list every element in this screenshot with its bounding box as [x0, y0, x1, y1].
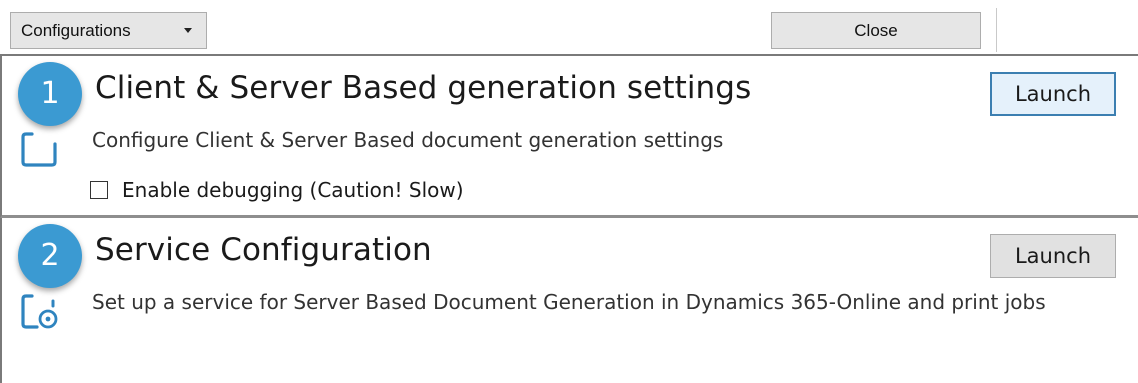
toolbar-divider [996, 8, 997, 52]
panel-title: Service Configuration [95, 232, 432, 268]
launch-button[interactable]: Launch [990, 234, 1116, 278]
launch-button[interactable]: Launch [990, 72, 1116, 116]
panel-description: Configure Client & Server Based document… [92, 128, 724, 152]
close-button[interactable]: Close [771, 12, 981, 49]
step-number-badge: 2 [18, 224, 82, 288]
chevron-down-icon [184, 28, 192, 33]
panel-title: Client & Server Based generation setting… [95, 70, 752, 106]
document-icon [21, 132, 57, 167]
configurations-dropdown[interactable]: Configurations [10, 12, 207, 49]
toolbar: Configurations Close [0, 0, 1138, 53]
enable-debugging-option[interactable]: Enable debugging (Caution! Slow) [90, 178, 464, 202]
step-number-badge: 1 [18, 62, 82, 126]
panel-service-configuration: 2 Service Configuration Set up a service… [0, 218, 1138, 383]
document-service-icon [21, 294, 58, 329]
enable-debugging-label[interactable]: Enable debugging (Caution! Slow) [122, 178, 464, 202]
panel-client-server-settings: 1 Client & Server Based generation setti… [0, 54, 1138, 218]
panel-description: Set up a service for Server Based Docume… [92, 290, 1046, 314]
enable-debugging-checkbox[interactable] [90, 181, 108, 199]
configuration-window: Configurations Close 1 Client & Server B… [0, 0, 1138, 383]
configurations-dropdown-label: Configurations [21, 21, 131, 40]
